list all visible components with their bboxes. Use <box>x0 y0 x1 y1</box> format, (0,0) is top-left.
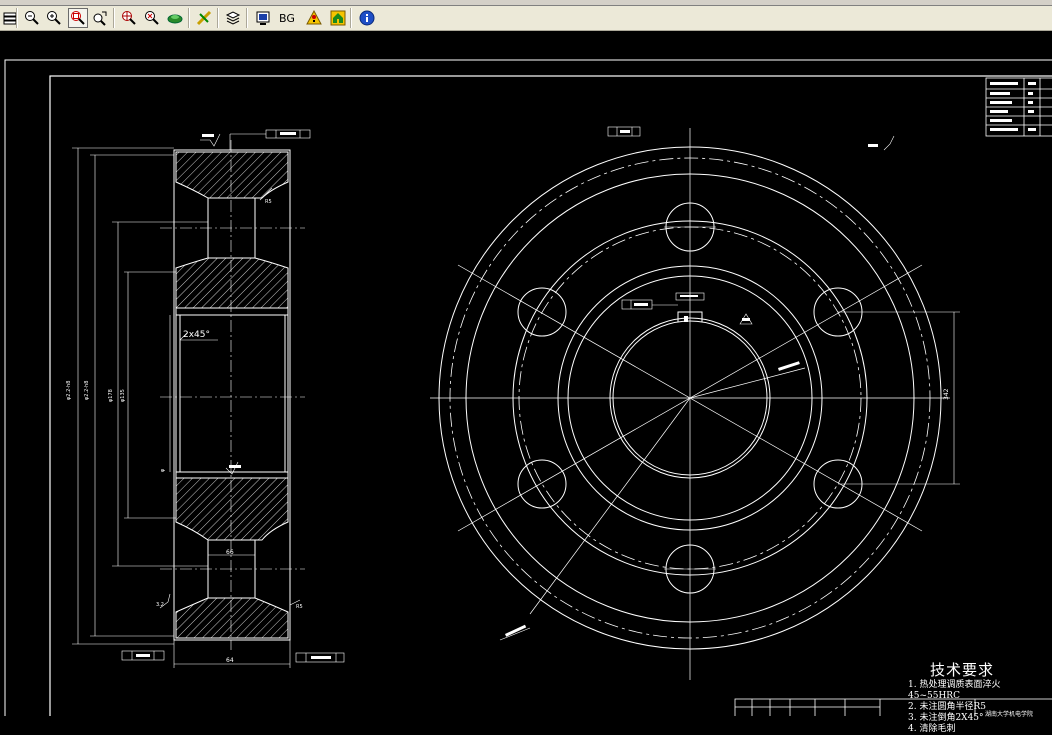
pan-icon[interactable] <box>119 8 139 28</box>
svg-text:R5: R5 <box>296 604 303 610</box>
toolbar: BG <box>0 0 1052 31</box>
toolbar-separator <box>350 8 352 28</box>
menu-strip <box>0 0 1052 6</box>
dim-64: 64 <box>226 657 234 664</box>
svg-text:φ: φ <box>160 468 166 472</box>
zoom-out-icon[interactable] <box>22 8 42 28</box>
drawing-canvas[interactable]: φ2.2-h8 φ2.2-h8 φ178 φ135 φ R5 R5 3.2 2x… <box>0 31 1052 734</box>
tech-title: 技术要求 <box>930 661 995 679</box>
svg-text:3.2: 3.2 <box>156 602 164 608</box>
svg-text:φ2.2-h8: φ2.2-h8 <box>66 381 72 400</box>
toolbar-separator <box>246 8 248 28</box>
chamfer-label: 2x45° <box>183 330 210 340</box>
svg-text:342: 342 <box>943 388 950 400</box>
cad-drawing: φ2.2-h8 φ2.2-h8 φ178 φ135 φ R5 R5 3.2 2x… <box>4 59 1052 716</box>
zoom-window-icon[interactable] <box>68 8 88 28</box>
school-label: 湖南大学机电学院 <box>985 711 1034 718</box>
measure-icon[interactable] <box>194 8 214 28</box>
tech-item-1: 1. 热处理调质表面淬火45~55HRC <box>908 680 1001 701</box>
background-button[interactable]: BG <box>275 8 299 28</box>
info-icon[interactable] <box>357 8 377 28</box>
svg-text:φ178: φ178 <box>108 389 114 402</box>
monitor-icon[interactable] <box>253 8 273 28</box>
svg-text:φ135: φ135 <box>120 389 126 402</box>
technical-requirements: 技术要求 1. 热处理调质表面淬火45~55HRC 2. 未注圆角半径R5 3.… <box>908 659 1052 735</box>
svg-text:φ2.2-h8: φ2.2-h8 <box>84 381 90 400</box>
bg-label: BG <box>279 11 295 25</box>
home-icon[interactable] <box>328 8 348 28</box>
tech-item-4: 4. 清除毛刺 <box>908 724 956 734</box>
toolbar-separator <box>217 8 219 28</box>
redraw-icon[interactable] <box>165 8 185 28</box>
warning-icon[interactable] <box>304 8 324 28</box>
toolbar-separator <box>113 8 115 28</box>
zoom-extents-icon[interactable] <box>142 8 162 28</box>
zoom-realtime-icon[interactable] <box>90 8 110 28</box>
toolbar-separator <box>188 8 190 28</box>
layer-manager-icon[interactable] <box>223 8 243 28</box>
zoom-in-icon[interactable] <box>44 8 64 28</box>
dim-66: 66 <box>226 549 234 556</box>
svg-text:R5: R5 <box>265 199 272 205</box>
toolbar-separator <box>16 8 18 28</box>
